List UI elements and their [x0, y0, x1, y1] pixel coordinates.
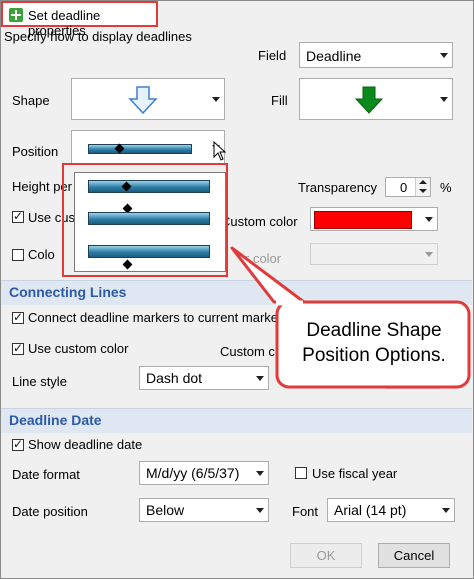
field-dropdown[interactable]: Deadline: [299, 42, 453, 68]
date-position-value: Below: [146, 502, 185, 518]
position-option-above[interactable]: [88, 212, 210, 225]
callout-text: Deadline Shape Position Options.: [302, 320, 446, 366]
font-dropdown[interactable]: Arial (14 pt): [327, 498, 455, 522]
date-format-dropdown[interactable]: M/d/yy (6/5/37): [139, 461, 269, 485]
fiscal-year-checkbox[interactable]: [295, 467, 307, 479]
date-format-value: M/d/yy (6/5/37): [146, 465, 240, 481]
fill-dropdown[interactable]: [299, 78, 453, 120]
date-format-label: Date format: [12, 467, 80, 482]
custom-color-dropdown[interactable]: [310, 207, 438, 231]
chevron-down-icon: [425, 217, 433, 222]
chevron-down-icon: [440, 97, 448, 102]
fill-label: Fill: [271, 93, 288, 108]
field-value: Deadline: [306, 48, 362, 64]
line-style-value: Dash dot: [146, 370, 203, 386]
transparency-value: 0: [400, 180, 408, 195]
chevron-down-icon: [256, 471, 264, 476]
field-label: Field: [258, 48, 287, 63]
line-custom-color-checkbox[interactable]: [12, 341, 24, 355]
cancel-button[interactable]: Cancel: [378, 543, 450, 568]
font-label: Font: [292, 504, 319, 519]
date-position-dropdown[interactable]: Below: [139, 498, 269, 522]
down-arrow-outline-icon: [128, 86, 158, 115]
transparency-label: Transparency: [298, 180, 377, 195]
deadline-date-title: Deadline Date: [9, 412, 102, 428]
ok-button[interactable]: OK: [290, 543, 362, 568]
green-down-arrow-icon: [354, 86, 384, 114]
dialog-subtitle: Specify how to display deadlines: [4, 29, 192, 44]
font-value: Arial (14 pt): [334, 502, 407, 518]
connect-markers-checkbox[interactable]: [12, 310, 24, 324]
shape-dropdown[interactable]: [71, 78, 225, 120]
mouse-cursor-icon: [213, 141, 227, 161]
position-option-below[interactable]: [88, 245, 210, 258]
percent-label: %: [440, 180, 452, 195]
color-swatch: [314, 211, 412, 229]
line-style-label: Line style: [12, 374, 67, 389]
chevron-down-icon: [440, 53, 448, 58]
use-custom-checkbox[interactable]: [12, 209, 24, 223]
line-custom-color-label: Use custom color: [28, 341, 129, 356]
position-dropdown[interactable]: [71, 130, 225, 164]
spin-down-icon[interactable]: [419, 189, 427, 193]
show-deadline-date-checkbox[interactable]: [12, 437, 24, 451]
position-bar-preview: [88, 144, 192, 154]
color-by-label: Colo: [28, 247, 55, 262]
show-deadline-date-label: Show deadline date: [28, 437, 143, 452]
chevron-down-icon: [256, 508, 264, 513]
fiscal-year-label: Use fiscal year: [312, 466, 398, 481]
spin-buttons[interactable]: [415, 178, 430, 196]
title-bar: Set deadline properties: [1, 1, 158, 38]
spin-up-icon[interactable]: [419, 180, 427, 184]
app-icon: [9, 8, 23, 22]
color-by-checkbox[interactable]: [12, 249, 24, 261]
transparency-spinner[interactable]: 0: [385, 177, 431, 197]
position-option-center[interactable]: [88, 180, 210, 193]
connecting-lines-title: Connecting Lines: [9, 284, 127, 300]
deadline-date-header: Deadline Date: [1, 408, 472, 433]
date-position-label: Date position: [12, 504, 88, 519]
custom-color-label: Custom color: [221, 214, 298, 229]
chevron-down-icon: [212, 97, 220, 102]
position-label: Position: [12, 144, 59, 159]
shape-label: Shape: [12, 93, 50, 108]
chevron-down-icon: [442, 508, 450, 513]
